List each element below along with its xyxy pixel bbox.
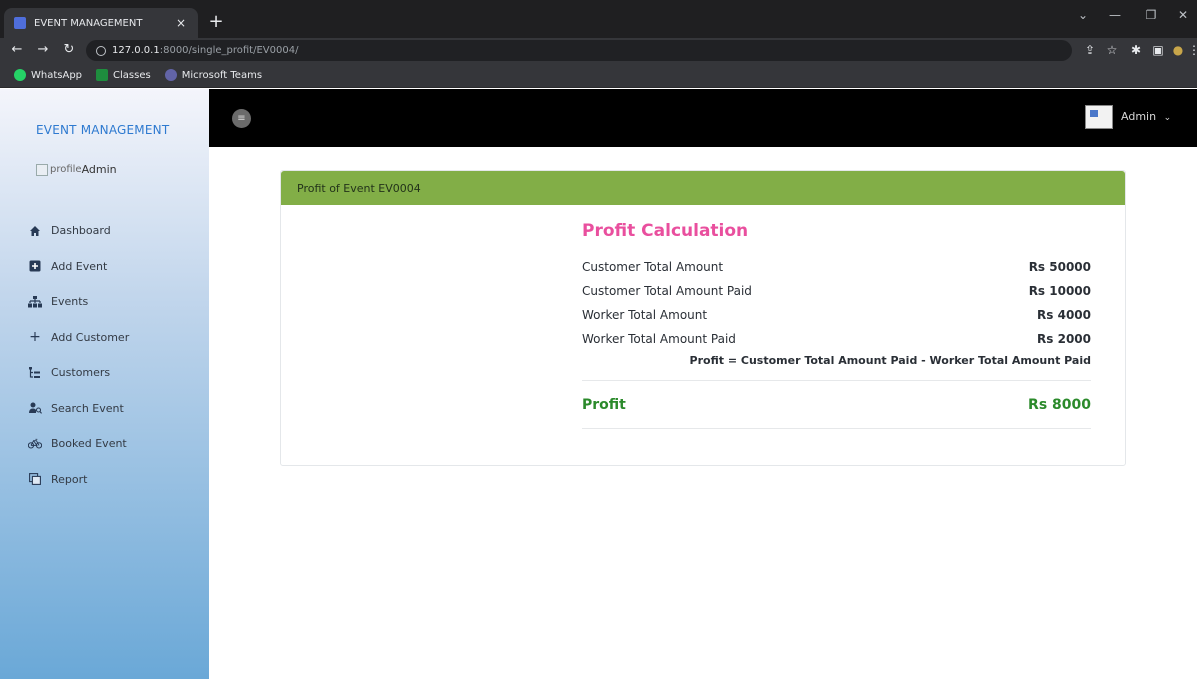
amount-label: Worker Total Amount Paid [582,332,736,346]
list-tree-icon [28,366,42,380]
url-path: :8000/single_profit/EV0004/ [159,45,299,56]
profit-card: Profit of Event EV0004 Profit Calculatio… [280,170,1126,466]
amount-label: Customer Total Amount [582,260,724,274]
calc-title: Profit Calculation [582,221,749,241]
sidebar-item-report[interactable]: Report [28,462,129,498]
close-window-icon[interactable]: ✕ [1172,8,1194,22]
sidebar: EVENT MANAGEMENT profile Admin Dashboard… [0,89,209,679]
sitemap-icon [28,295,42,309]
bookmark-classes[interactable]: Classes [96,69,151,81]
profile-image [36,163,48,176]
sidebar-item-customers[interactable]: Customers [28,355,129,391]
amount-value: Rs 2000 [1037,332,1091,346]
brand-title[interactable]: EVENT MANAGEMENT [36,123,169,137]
bookmarks-bar: WhatsApp Classes Microsoft Teams [0,63,1197,88]
tab-title: EVENT MANAGEMENT [34,17,143,29]
profit-total-row: Profit Rs 8000 [582,381,1091,429]
profile-image-alt: profile [50,164,82,175]
admin-avatar-image[interactable] [1085,105,1113,129]
sidebar-item-label: Report [51,472,88,486]
bookmark-star-icon[interactable]: ☆ [1104,42,1120,59]
amount-row: Customer Total Amount Paid Rs 10000 [582,279,1091,303]
amount-value: Rs 50000 [1028,260,1091,274]
sidebar-item-add-event[interactable]: Add Event [28,249,129,285]
bookmark-label: Microsoft Teams [181,69,263,81]
amount-value: Rs 10000 [1028,284,1091,298]
sidebar-item-events[interactable]: Events [28,284,129,320]
favicon-icon [14,17,26,29]
app-topbar: ≡ Admin ⌄ [209,89,1197,147]
bookmark-label: WhatsApp [31,69,83,81]
profit-value: Rs 8000 [1028,396,1091,413]
user-search-icon [28,401,42,415]
sidebar-item-label: Search Event [51,401,124,415]
home-icon [28,224,42,238]
share-icon[interactable]: ⇪ [1082,42,1098,59]
browser-tab-bar: EVENT MANAGEMENT × + ⌄ — ❐ ✕ [0,0,1197,38]
amount-row: Worker Total Amount Paid Rs 2000 [582,327,1091,351]
sidebar-item-label: Booked Event [51,437,127,451]
profile-avatar-icon[interactable]: ● [1170,42,1186,59]
profit-formula: Profit = Customer Total Amount Paid - Wo… [582,351,1091,381]
bookmark-teams[interactable]: Microsoft Teams [164,69,263,81]
tab-close-icon[interactable]: × [174,16,188,30]
sidebar-item-label: Add Customer [51,330,130,344]
menu-toggle-button[interactable]: ≡ [232,109,251,128]
sidebar-item-add-customer[interactable]: + Add Customer [28,320,129,356]
admin-label: Admin [1121,110,1157,123]
sidebar-item-dashboard[interactable]: Dashboard [28,213,129,249]
address-bar[interactable]: 127.0.0.1 :8000/single_profit/EV0004/ [86,40,1072,61]
browser-toolbar: ← → ↻ 127.0.0.1 :8000/single_profit/EV00… [0,38,1197,63]
plus-square-icon [28,259,42,273]
screen: EVENT MANAGEMENT × + ⌄ — ❐ ✕ ← → ↻ 127.0… [0,0,1197,679]
side-panel-icon[interactable]: ▣ [1150,42,1166,59]
admin-dropdown[interactable]: Admin ⌄ [1121,110,1171,123]
back-icon[interactable]: ← [8,41,26,59]
bookmark-whatsapp[interactable]: WhatsApp [14,69,82,81]
minimize-icon[interactable]: — [1104,8,1126,22]
sidebar-menu: Dashboard Add Event Events + Add Custome… [28,213,129,497]
extensions-icon[interactable]: ✱ [1128,42,1144,59]
sidebar-item-label: Customers [51,366,111,380]
card-header: Profit of Event EV0004 [281,171,1125,205]
menu-kebab-icon[interactable]: ⋮ [1186,42,1197,59]
amount-row: Worker Total Amount Rs 4000 [582,303,1091,327]
sidebar-item-search-event[interactable]: Search Event [28,391,129,427]
bookmark-label: Classes [113,69,151,81]
reload-icon[interactable]: ↻ [60,41,78,59]
sidebar-item-label: Dashboard [51,224,111,238]
profit-label: Profit [582,396,626,413]
url-host: 127.0.0.1 [112,45,160,56]
site-info-icon[interactable] [96,45,106,56]
classroom-icon [96,69,109,81]
sidebar-item-booked-event[interactable]: Booked Event [28,426,129,462]
plus-icon: + [29,329,41,346]
sidebar-item-label: Events [51,295,89,309]
whatsapp-icon [14,69,26,81]
browser-tab[interactable]: EVENT MANAGEMENT × [4,8,198,38]
profile-name: Admin [81,163,117,176]
tab-search-icon[interactable]: ⌄ [1072,8,1094,22]
amount-label: Worker Total Amount [582,308,708,322]
sidebar-item-label: Add Event [51,259,108,273]
maximize-icon[interactable]: ❐ [1140,8,1162,22]
forward-icon[interactable]: → [34,41,52,59]
amount-value: Rs 4000 [1037,308,1091,322]
chevron-down-icon: ⌄ [1163,113,1172,123]
sidebar-profile: profile Admin [36,163,117,176]
profit-calculation: Profit Calculation Customer Total Amount… [582,221,1091,429]
teams-icon [164,69,177,81]
amount-row: Customer Total Amount Rs 50000 [582,255,1091,279]
copy-icon [28,472,42,486]
bicycle-icon [28,437,42,451]
amount-label: Customer Total Amount Paid [582,284,752,298]
new-tab-button[interactable]: + [206,12,226,32]
